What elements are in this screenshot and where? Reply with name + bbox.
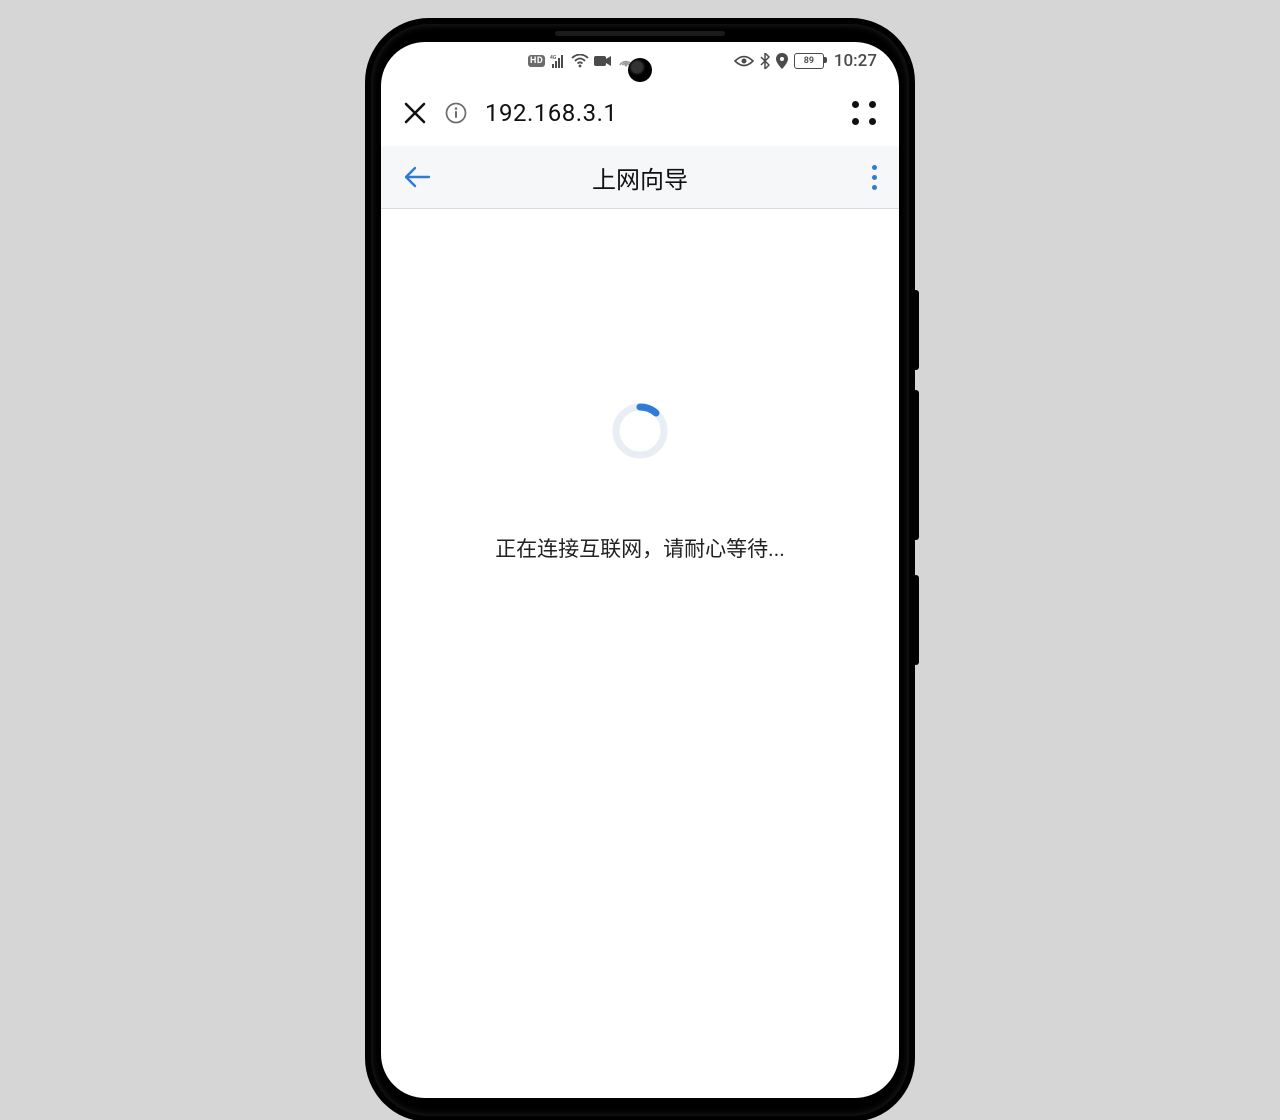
side-button [913, 575, 919, 665]
browser-bar: 192.168.3.1 [381, 80, 899, 146]
side-button [913, 390, 919, 540]
page-title: 上网向导 [381, 160, 899, 195]
back-arrow-icon[interactable] [403, 165, 431, 189]
wifi-icon [571, 54, 589, 68]
front-camera [628, 58, 652, 82]
battery-icon: 89 [794, 53, 824, 69]
bluetooth-icon [760, 53, 770, 69]
speaker-slit [555, 31, 725, 36]
loading-spinner-icon [608, 399, 672, 463]
svg-text:4G: 4G [550, 55, 557, 61]
screen: HD 4G [381, 42, 899, 1098]
close-icon[interactable] [403, 101, 427, 125]
video-icon [594, 55, 612, 67]
hd-icon: HD [528, 55, 545, 67]
clock: 10:27 [834, 51, 877, 71]
signal-icon: 4G [550, 54, 566, 68]
page-header: 上网向导 [381, 146, 899, 209]
phone-frame: HD 4G [367, 20, 913, 1120]
page-menu-icon[interactable] [872, 165, 877, 190]
content-area: 正在连接互联网，请耐心等待... [381, 209, 899, 563]
side-button [913, 290, 919, 370]
loading-text: 正在连接互联网，请耐心等待... [495, 533, 785, 563]
address-bar[interactable]: 192.168.3.1 [485, 99, 617, 127]
eye-icon [734, 54, 754, 68]
location-icon [776, 53, 788, 69]
info-icon[interactable] [445, 102, 467, 124]
browser-menu-icon[interactable] [852, 101, 877, 126]
